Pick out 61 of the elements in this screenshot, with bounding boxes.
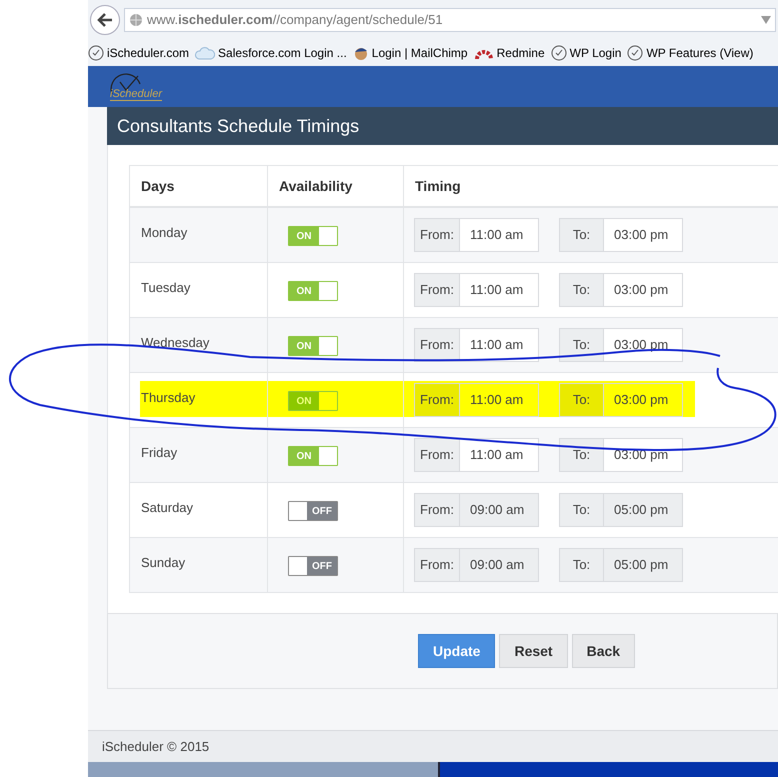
day-label: Tuesday: [141, 280, 190, 295]
time-label: To:: [560, 494, 604, 526]
clock-icon: [627, 45, 644, 61]
time-label: To:: [560, 439, 604, 471]
dropdown-icon[interactable]: [761, 16, 771, 24]
time-field[interactable]: From: 09:00 am: [414, 548, 539, 582]
clock-icon: [88, 45, 104, 61]
time-label: To:: [560, 384, 604, 416]
time-label: From:: [415, 549, 460, 581]
action-button[interactable]: Back: [572, 634, 636, 668]
address-bar[interactable]: www.ischeduler.com//company/agent/schedule/51: [124, 8, 776, 32]
day-label: Friday: [141, 445, 178, 460]
time-label: From:: [415, 274, 460, 306]
monkey-icon: [352, 45, 369, 61]
footer-text: iScheduler © 2015: [102, 738, 210, 756]
time-field[interactable]: From: 09:00 am: [414, 493, 539, 527]
bookmark-link[interactable]: WP Features (View): [627, 44, 754, 62]
day-label: Sunday: [141, 555, 186, 570]
time-field[interactable]: To: 03:00 pm: [559, 383, 683, 417]
day-label: Wednesday: [141, 335, 210, 350]
time-field[interactable]: To: 03:00 pm: [559, 438, 683, 472]
time-field[interactable]: To: 05:00 pm: [559, 493, 683, 527]
page-title: Consultants Schedule Timings: [117, 114, 360, 138]
time-field[interactable]: To: 03:00 pm: [559, 218, 683, 252]
day-label: Thursday: [141, 390, 196, 405]
bookmark-link[interactable]: Redmine: [474, 44, 545, 62]
clock-icon: [550, 45, 567, 61]
time-label: From:: [415, 384, 460, 416]
time-label: To:: [560, 549, 604, 581]
back-button[interactable]: [90, 5, 120, 35]
time-label: To:: [560, 219, 604, 251]
bookmark-link[interactable]: WP Login: [550, 44, 622, 62]
column-header: Days: [141, 176, 174, 196]
day-label: Saturday: [141, 500, 194, 515]
cloud-icon: [195, 46, 216, 60]
time-field[interactable]: From: 11:00 am: [414, 328, 539, 362]
action-button[interactable]: Reset: [499, 634, 568, 668]
time-label: From:: [415, 219, 460, 251]
globe-icon: [129, 13, 143, 27]
time-field[interactable]: From: 11:00 am: [414, 273, 539, 307]
column-header: Timing: [415, 176, 461, 196]
bookmark-link[interactable]: iScheduler.com: [88, 44, 190, 62]
time-label: To:: [560, 329, 604, 361]
time-label: From:: [415, 329, 460, 361]
time-field[interactable]: To: 03:00 pm: [559, 328, 683, 362]
time-field[interactable]: To: 03:00 pm: [559, 273, 683, 307]
time-field[interactable]: From: 11:00 am: [414, 438, 539, 472]
bookmark-link[interactable]: Login | MailChimp: [352, 44, 468, 62]
time-field[interactable]: From: 11:00 am: [414, 218, 539, 252]
time-label: From:: [415, 494, 460, 526]
time-field[interactable]: From: 11:00 am: [414, 383, 539, 417]
time-field[interactable]: To: 05:00 pm: [559, 548, 683, 582]
column-header: Availability: [279, 176, 352, 196]
availability-toggle[interactable]: OFF: [288, 501, 338, 521]
availability-toggle[interactable]: OFF: [288, 556, 338, 576]
back-arrow-icon: [97, 13, 113, 27]
bookmark-link[interactable]: Salesforce.com Login ...: [195, 44, 347, 62]
url-text: www.ischeduler.com//company/agent/schedule/51: [147, 11, 443, 30]
day-label: Monday: [141, 225, 188, 240]
time-label: To:: [560, 274, 604, 306]
time-label: From:: [415, 439, 460, 471]
